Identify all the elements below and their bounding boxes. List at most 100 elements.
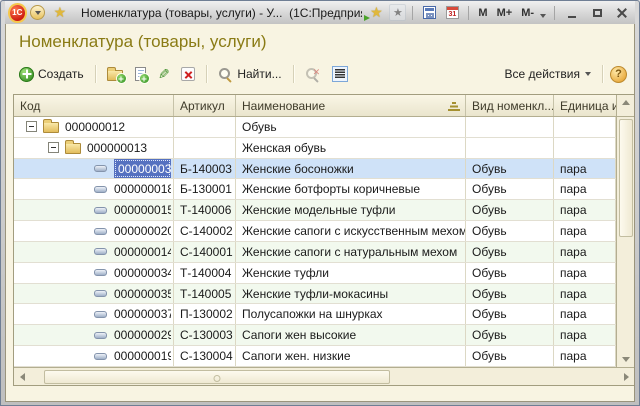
table-row[interactable]: 000000020 С-140002 Женские сапоги с иску… xyxy=(14,221,616,242)
table-row[interactable]: 000000035 Т-140005 Женские туфли-мокасин… xyxy=(14,284,616,305)
code-value: 000000015 xyxy=(114,203,171,217)
cell-name: Обувь xyxy=(236,117,466,137)
close-button[interactable] xyxy=(611,4,633,22)
delete-button[interactable] xyxy=(177,65,199,83)
code-value: 000000034 xyxy=(114,266,171,280)
item-icon xyxy=(94,186,107,193)
find-button[interactable]: Найти... xyxy=(214,65,285,84)
scroll-left-button[interactable] xyxy=(14,368,30,385)
maximize-button[interactable] xyxy=(586,4,608,22)
vertical-scrollbar-top[interactable] xyxy=(616,95,634,116)
favorites-star-button[interactable]: ★ xyxy=(51,3,69,22)
1c-logo-icon[interactable]: 1С xyxy=(10,5,25,21)
edit-button[interactable]: ✎ xyxy=(154,65,174,83)
table-row[interactable]: 000000018 Б-130001 Женские ботфорты кори… xyxy=(14,179,616,200)
cell-code: 000000035 xyxy=(14,284,174,304)
chevron-down-icon xyxy=(585,72,591,76)
cell-code: 000000013 xyxy=(14,138,174,158)
calendar-icon: 31 xyxy=(446,6,459,19)
calculator-button[interactable] xyxy=(419,3,439,22)
cell-kind: Обувь xyxy=(466,221,554,241)
clear-find-button[interactable]: ✕ xyxy=(301,65,324,84)
cell-kind: Обувь xyxy=(466,346,554,366)
column-header-code[interactable]: Код xyxy=(14,95,174,116)
item-icon xyxy=(94,207,107,214)
table-row[interactable]: 000000029 С-130003 Сапоги жен высокие Об… xyxy=(14,325,616,346)
item-icon xyxy=(94,228,107,235)
window-titlebar[interactable]: 1С ★ Номенклатура (товары, услуги) - У..… xyxy=(5,1,635,24)
cell-name: Женские туфли xyxy=(236,263,466,283)
memory-m-minus-button[interactable]: M- xyxy=(518,7,537,19)
minimize-button[interactable] xyxy=(561,4,583,22)
column-header-unit[interactable]: Единица и xyxy=(554,95,616,116)
table-row[interactable]: 000000019 С-130004 Сапоги жен. низкие Об… xyxy=(14,346,616,367)
copy-item-button[interactable] xyxy=(131,65,150,83)
cell-unit: пара xyxy=(554,263,616,283)
tree-collapse-icon[interactable] xyxy=(26,121,37,132)
create-group-button[interactable] xyxy=(103,65,127,83)
table-row[interactable]: 000000037 П-130002 Полусапожки на шнурка… xyxy=(14,304,616,325)
column-header-name[interactable]: Наименование xyxy=(236,95,466,116)
star-disabled-icon: ★ xyxy=(393,6,403,19)
horizontal-scrollbar[interactable] xyxy=(14,367,634,385)
nomenclature-table: Код Артикул Наименование Вид номенкл... … xyxy=(13,94,635,386)
folder-plus-icon xyxy=(107,70,123,81)
cell-article: С-130004 xyxy=(174,346,236,366)
table-row[interactable]: 000000012 Обувь xyxy=(14,117,616,138)
cell-code: 000000018 xyxy=(14,179,174,199)
calendar-button[interactable]: 31 xyxy=(442,3,462,22)
column-header-article[interactable]: Артикул xyxy=(174,95,236,116)
cell-unit xyxy=(554,117,616,137)
client-area: Номенклатура (товары, услуги) Создать ✎ xyxy=(5,24,635,402)
memory-m-button[interactable]: M xyxy=(475,7,490,19)
code-value: 000000020 xyxy=(114,224,171,238)
item-icon xyxy=(94,248,107,255)
scroll-right-button[interactable] xyxy=(618,368,634,385)
folder-icon xyxy=(43,122,59,133)
item-icon xyxy=(94,269,107,276)
cell-kind xyxy=(466,117,554,137)
all-actions-button[interactable]: Все действия xyxy=(501,65,595,83)
favorites-list-button[interactable]: ★ xyxy=(389,4,406,21)
list-view-button[interactable] xyxy=(328,64,352,84)
more-tools-chevron-icon[interactable] xyxy=(540,14,546,18)
cell-article: П-130002 xyxy=(174,304,236,324)
table-row[interactable]: 000000015 Т-140006 Женские модельные туф… xyxy=(14,200,616,221)
cell-name: Женские модельные туфли xyxy=(236,200,466,220)
cell-name: Сапоги жен высокие xyxy=(236,325,466,345)
vertical-scrollbar[interactable] xyxy=(616,117,634,367)
table-row[interactable]: 000000014 С-140001 Женские сапоги с нату… xyxy=(14,242,616,263)
star-add-icon: ★ xyxy=(370,4,383,21)
cell-article xyxy=(174,138,236,158)
list-icon xyxy=(332,66,348,82)
tree-collapse-icon[interactable] xyxy=(48,142,59,153)
cell-code: 000000034 xyxy=(14,263,174,283)
vertical-scrollbar-thumb[interactable] xyxy=(619,119,633,237)
table-row[interactable]: 000000032 Б-140003 Женские босоножки Обу… xyxy=(14,159,616,180)
code-value: 000000019 xyxy=(114,349,171,363)
memory-m-plus-button[interactable]: M+ xyxy=(494,7,516,19)
main-menu-button[interactable] xyxy=(29,3,47,22)
cell-name: Женская обувь xyxy=(236,138,466,158)
cell-kind: Обувь xyxy=(466,325,554,345)
cell-unit: пара xyxy=(554,221,616,241)
cell-name: Женские туфли-мокасины xyxy=(236,284,466,304)
cell-article: С-140001 xyxy=(174,242,236,262)
cell-code: 000000037 xyxy=(14,304,174,324)
cell-code: 000000020 xyxy=(14,221,174,241)
search-clear-icon: ✕ xyxy=(305,67,320,82)
cell-name: Женские сапоги с искусственным мехом xyxy=(236,221,466,241)
cell-name: Женские босоножки xyxy=(236,159,466,179)
help-button[interactable]: ? xyxy=(610,66,627,83)
cell-kind: Обувь xyxy=(466,159,554,179)
scroll-right-icon xyxy=(624,373,629,381)
table-row[interactable]: 000000013 Женская обувь xyxy=(14,138,616,159)
app-window: 1С ★ Номенклатура (товары, услуги) - У..… xyxy=(0,0,640,406)
horizontal-scrollbar-thumb[interactable] xyxy=(44,370,390,384)
create-button[interactable]: Создать xyxy=(15,65,88,84)
add-to-favorites-button[interactable]: ★ xyxy=(366,3,386,22)
column-header-kind[interactable]: Вид номенкл... xyxy=(466,95,554,116)
code-value: 000000032 xyxy=(114,159,171,179)
table-row[interactable]: 000000034 Т-140004 Женские туфли Обувь п… xyxy=(14,263,616,284)
code-value: 000000029 xyxy=(114,328,171,342)
